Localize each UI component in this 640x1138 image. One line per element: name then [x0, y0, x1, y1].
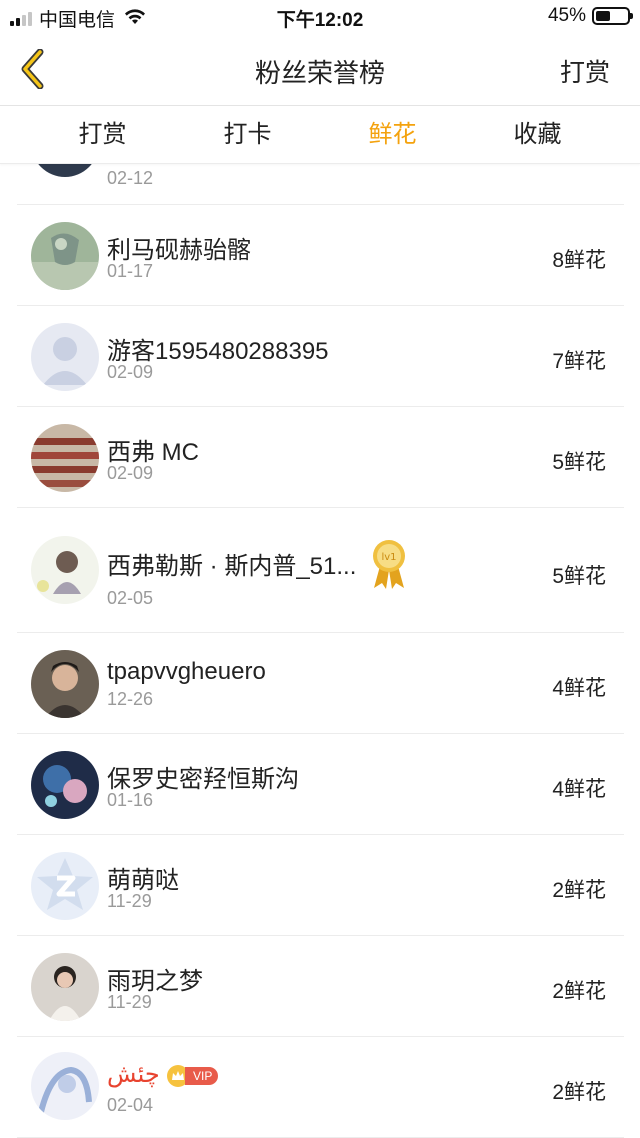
entry-name: 利马砚赫骀髂 — [107, 237, 251, 264]
flower-count: 2鲜花 — [552, 879, 606, 902]
avatar — [31, 650, 99, 718]
entry-date: 11-29 — [107, 992, 152, 1012]
avatar — [31, 323, 99, 391]
fan-list: 02-12 利马砚赫骀髂 01-17 8鲜花 游客1595480288395 0… — [0, 164, 640, 1138]
entry-date: 11-29 — [107, 891, 152, 911]
avatar — [31, 536, 99, 604]
list-item[interactable]: 西弗 MC 02-09 5鲜花 — [17, 407, 624, 508]
tab-flowers[interactable]: 鲜花 — [320, 106, 465, 163]
tab-reward[interactable]: 打赏 — [30, 106, 175, 163]
avatar — [31, 953, 99, 1021]
list-item[interactable]: 利马砚赫骀髂 01-17 8鲜花 — [17, 205, 624, 306]
entry-date: 02-09 — [107, 362, 154, 382]
svg-text:lv1: lv1 — [381, 552, 396, 563]
avatar — [31, 1052, 99, 1120]
avatar — [31, 164, 99, 177]
entry-name: چئش — [107, 1061, 160, 1088]
flower-count: 2鲜花 — [552, 980, 606, 1003]
level-medal-icon: lv1 — [369, 538, 409, 590]
entry-date: 01-16 — [107, 790, 154, 810]
entry-date: 12-26 — [107, 689, 154, 709]
vip-label: VIP — [185, 1067, 219, 1085]
flower-count: 7鲜花 — [552, 350, 606, 373]
entry-date: 02-04 — [107, 1095, 154, 1115]
list-item[interactable]: 萌萌哒 11-29 2鲜花 — [17, 835, 624, 936]
tab-bar: 打赏 打卡 鲜花 收藏 — [0, 106, 640, 164]
tab-favorites[interactable]: 收藏 — [465, 106, 610, 163]
status-time: 下午12:02 — [276, 10, 364, 31]
entry-name: 保罗史密羟恒斯沟 — [107, 766, 299, 793]
flower-count: 2鲜花 — [552, 1081, 606, 1104]
avatar — [31, 751, 99, 819]
entry-date: 01-17 — [107, 261, 154, 281]
reward-button[interactable]: 打赏 — [560, 53, 610, 89]
nav-bar: 粉丝荣誉榜 打赏 — [0, 34, 640, 106]
status-bar: 中国电信 下午12:02 45% — [0, 0, 640, 34]
list-item[interactable]: 雨玥之梦 11-29 2鲜花 — [17, 936, 624, 1037]
battery-percent: 45% — [547, 5, 586, 26]
list-item[interactable]: 游客1595480288395 02-09 7鲜花 — [17, 306, 624, 407]
list-item[interactable]: چئش VIP 02-04 2鲜花 — [17, 1037, 624, 1138]
page-title: 粉丝荣誉榜 — [254, 58, 385, 88]
list-item[interactable]: 西弗勒斯 · 斯内普_51... lv1 02-05 5鲜花 — [17, 508, 624, 633]
avatar — [31, 424, 99, 492]
list-item[interactable]: 02-12 — [17, 164, 624, 205]
list-item[interactable]: tpapvvgheuero 12-26 4鲜花 — [17, 633, 624, 734]
status-right: 45% — [547, 5, 633, 27]
flower-count: 8鲜花 — [552, 249, 606, 272]
entry-date: 02-09 — [107, 463, 154, 483]
flower-count: 4鲜花 — [552, 677, 606, 700]
vip-badge: VIP — [167, 1065, 219, 1087]
entry-name: 雨玥之梦 — [107, 968, 203, 995]
entry-date: 02-05 — [107, 588, 154, 608]
battery-icon — [592, 7, 633, 25]
flower-count: 5鲜花 — [552, 565, 606, 588]
entry-name: tpapvvgheuero — [107, 658, 266, 685]
list-item[interactable]: 保罗史密羟恒斯沟 01-16 4鲜花 — [17, 734, 624, 835]
entry-name: 西弗 MC — [107, 439, 199, 466]
entry-date: 02-12 — [107, 168, 154, 188]
flower-count: 5鲜花 — [552, 451, 606, 474]
entry-name: 萌萌哒 — [107, 867, 179, 894]
tab-checkin[interactable]: 打卡 — [175, 106, 320, 163]
entry-name: 游客1595480288395 — [107, 338, 329, 365]
avatar — [31, 852, 99, 920]
entry-name: 西弗勒斯 · 斯内普_51... — [107, 553, 357, 580]
avatar — [31, 222, 99, 290]
flower-count: 4鲜花 — [552, 778, 606, 801]
